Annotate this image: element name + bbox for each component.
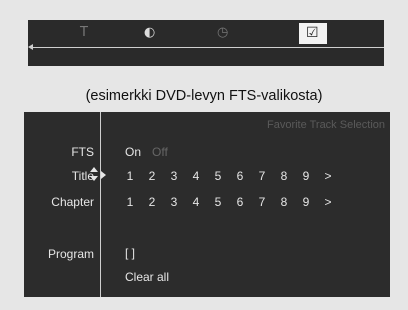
title-number-item[interactable]: 5 [210, 169, 226, 183]
fts-on-option[interactable]: On [125, 145, 141, 159]
chapter-number-item[interactable]: 7 [254, 195, 270, 209]
selector-arrows-icon [90, 167, 110, 185]
title-number-item[interactable]: 8 [276, 169, 292, 183]
chapter-label: Chapter [51, 195, 94, 209]
chapter-number-item[interactable]: 9 [298, 195, 314, 209]
chapter-number-item[interactable]: 2 [144, 195, 160, 209]
title-number-item[interactable]: 4 [188, 169, 204, 183]
title-number-item[interactable]: 6 [232, 169, 248, 183]
chapter-number-item[interactable]: 3 [166, 195, 182, 209]
chapter-number-item[interactable]: 6 [232, 195, 248, 209]
title-more-arrow-icon[interactable]: > [320, 169, 336, 183]
tab-divider [32, 47, 384, 48]
chapter-number-item[interactable]: 4 [188, 195, 204, 209]
chapter-more-arrow-icon[interactable]: > [320, 195, 336, 209]
clear-all-button[interactable]: Clear all [125, 270, 169, 284]
title-number-item[interactable]: 9 [298, 169, 314, 183]
chapter-number-item[interactable]: 8 [276, 195, 292, 209]
tab-bar: T ◐ ◷ ☑ [28, 20, 384, 66]
chapter-number-item[interactable]: 5 [210, 195, 226, 209]
menu-divider [100, 112, 101, 297]
title-number-item[interactable]: 1 [122, 169, 138, 183]
program-value[interactable]: [ ] [125, 246, 135, 260]
clock-icon[interactable]: ◷ [217, 25, 228, 41]
fts-menu: Favorite Track Selection FTS On Off Titl… [24, 112, 390, 297]
chapter-number-item[interactable]: 1 [122, 195, 138, 209]
title-number-item[interactable]: 3 [166, 169, 182, 183]
tab-row: T ◐ ◷ ☑ [28, 20, 384, 47]
fts-off-option[interactable]: Off [152, 145, 168, 159]
title-number-item[interactable]: 2 [144, 169, 160, 183]
brightness-icon[interactable]: ◐ [144, 25, 155, 41]
subtitle-icon[interactable]: T [80, 25, 88, 41]
caption: (esimerkki DVD-levyn FTS-valikosta) [85, 88, 323, 104]
title-number-item[interactable]: 7 [254, 169, 270, 183]
program-label: Program [47, 247, 94, 261]
checkbox-checked-icon: ☑ [306, 25, 319, 41]
menu-header: Favorite Track Selection [267, 119, 385, 131]
fts-label: FTS [71, 145, 94, 159]
tab-fts-selected[interactable]: ☑ [299, 23, 327, 44]
